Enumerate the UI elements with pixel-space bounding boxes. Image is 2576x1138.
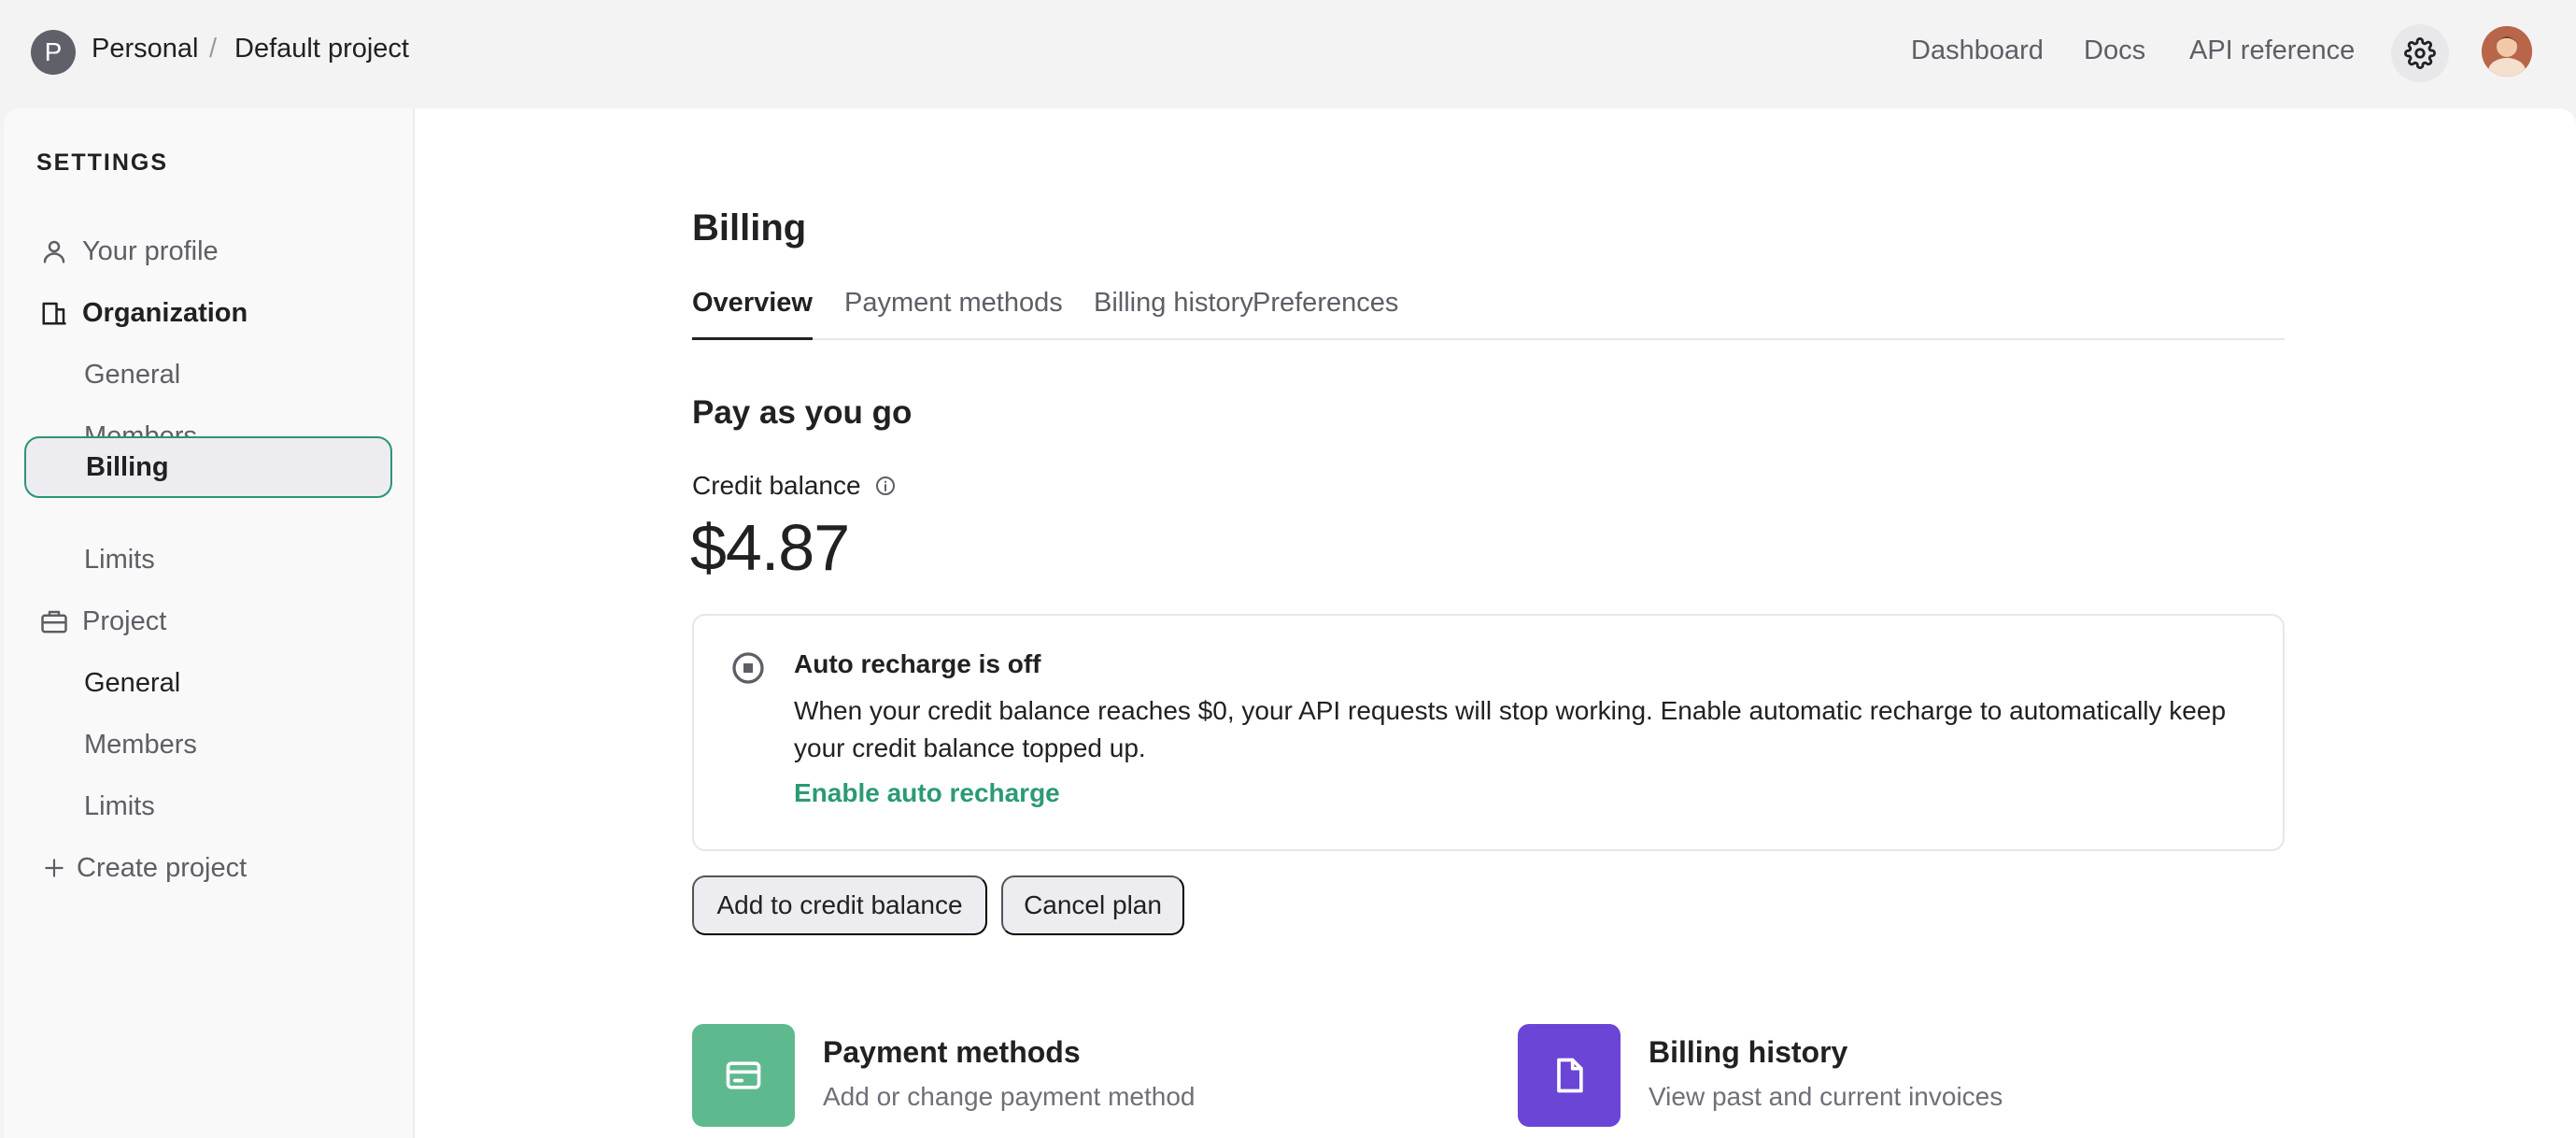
auto-recharge-notice: Auto recharge is off When your credit ba… [692, 614, 2285, 851]
credit-balance-label: Credit balance [692, 471, 897, 501]
nav-docs-link[interactable]: Docs [2084, 36, 2145, 66]
plan-title: Pay as you go [692, 394, 913, 431]
payment-methods-card-title: Payment methods [823, 1035, 1081, 1069]
tab-payment-methods[interactable]: Payment methods [844, 282, 1063, 340]
document-icon [1557, 1058, 1583, 1093]
billing-tabs: Overview Payment methods Billing history… [692, 282, 2285, 340]
tab-preferences[interactable]: Preferences [1253, 282, 1398, 340]
payment-methods-card-subtitle: Add or change payment method [823, 1082, 1196, 1111]
auto-recharge-description: When your credit balance reaches $0, you… [794, 696, 2227, 762]
payment-methods-tile [692, 1024, 795, 1127]
tab-billing-history[interactable]: Billing history [1094, 282, 1253, 340]
info-icon[interactable] [874, 475, 897, 497]
breadcrumb-project[interactable]: Default project [234, 34, 409, 64]
settings-button[interactable] [2391, 24, 2449, 82]
stop-circle-icon [732, 652, 764, 684]
breadcrumb-separator: / [209, 34, 218, 64]
billing-history-tile [1518, 1024, 1621, 1127]
nav-api-reference-link[interactable]: API reference [2189, 36, 2355, 66]
enable-auto-recharge-link[interactable]: Enable auto recharge [794, 778, 1060, 808]
user-avatar[interactable] [2482, 26, 2532, 77]
main-panel: SETTINGS Your profile Organization Gener… [4, 108, 2576, 1138]
cancel-plan-button[interactable]: Cancel plan [1001, 875, 1184, 935]
gear-icon [2404, 37, 2436, 69]
top-bar: P Personal / Default project Dashboard D… [0, 0, 2576, 108]
billing-history-card-title: Billing history [1649, 1035, 1848, 1069]
avatar-image-icon [2482, 26, 2532, 77]
billing-content: Billing Overview Payment methods Billing… [4, 108, 2576, 1138]
credit-balance-text: Credit balance [692, 471, 861, 500]
breadcrumb-org[interactable]: Personal [92, 34, 198, 64]
page-title: Billing [692, 207, 807, 249]
credit-balance-value: $4.87 [690, 511, 850, 584]
tab-overview[interactable]: Overview [692, 282, 813, 340]
nav-dashboard-link[interactable]: Dashboard [1911, 36, 2044, 66]
billing-history-card-subtitle: View past and current invoices [1649, 1082, 2003, 1111]
add-to-credit-balance-button[interactable]: Add to credit balance [692, 875, 987, 935]
auto-recharge-title: Auto recharge is off [794, 649, 1041, 678]
org-avatar[interactable]: P [31, 30, 76, 75]
credit-card-icon [726, 1061, 761, 1089]
